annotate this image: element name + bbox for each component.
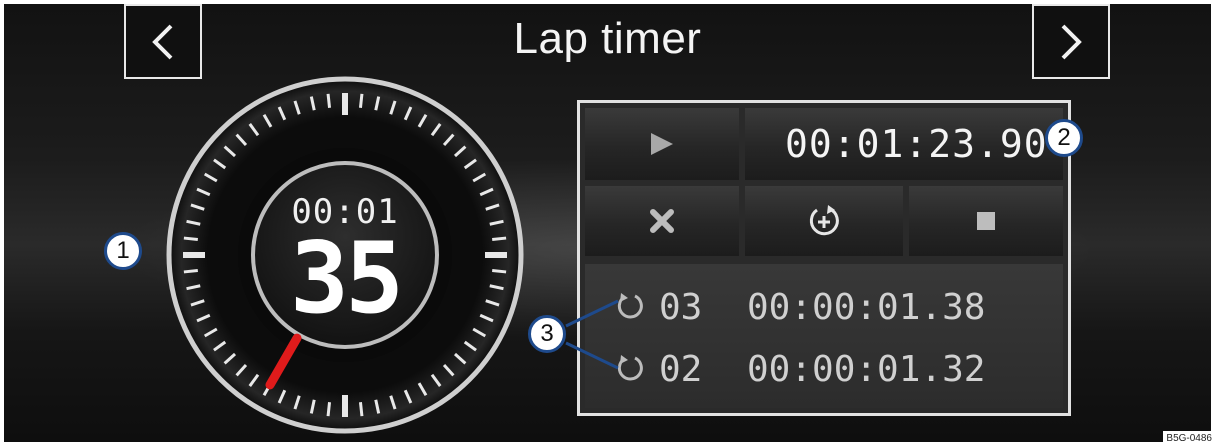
callout-3: 3 [528, 315, 566, 353]
current-time-value: 00:01:23.90 [785, 122, 1048, 166]
chevron-right-icon [1061, 24, 1082, 59]
lap-icon [617, 355, 643, 381]
reset-button[interactable] [585, 186, 739, 256]
callout-1: 1 [104, 232, 142, 270]
lap-icon [617, 293, 643, 319]
page-title: Lap timer [513, 14, 702, 63]
callout-2: 2 [1045, 119, 1083, 157]
list-item: 03 00:00:01.38 [615, 282, 985, 332]
lap-time: 00:00:01.38 [747, 286, 986, 328]
figure-code: B5G-0486 [1163, 431, 1215, 446]
stop-button[interactable] [909, 186, 1063, 256]
gauge-seconds-readout: 35 [289, 222, 404, 336]
add-lap-icon [809, 205, 839, 236]
lap-timer-panel: 00:01:23.90 03 00:00:01.38 02 00:00:01.3… [577, 100, 1071, 416]
close-icon [650, 209, 674, 233]
lap-number: 02 [659, 348, 703, 390]
stop-icon [977, 212, 995, 230]
lap-button[interactable] [745, 186, 903, 256]
lap-timer-screen: Lap timer 00:01 35 00:01:23.90 03 00:00:… [4, 4, 1211, 442]
lap-time: 00:00:01.32 [747, 348, 986, 390]
gauge-tick [358, 402, 364, 417]
start-button[interactable] [585, 108, 739, 180]
lap-list: 03 00:00:01.38 02 00:00:01.32 [585, 264, 1063, 408]
gauge-tick [326, 402, 332, 417]
gauge-tick [326, 93, 332, 108]
play-icon [651, 133, 673, 155]
stopwatch-gauge: 00:01 35 [164, 74, 526, 436]
list-item: 02 00:00:01.32 [615, 344, 985, 394]
gauge-tick [358, 93, 364, 108]
next-button[interactable] [1032, 4, 1110, 79]
current-time-display: 00:01:23.90 [745, 108, 1063, 180]
lap-number: 03 [659, 286, 703, 328]
